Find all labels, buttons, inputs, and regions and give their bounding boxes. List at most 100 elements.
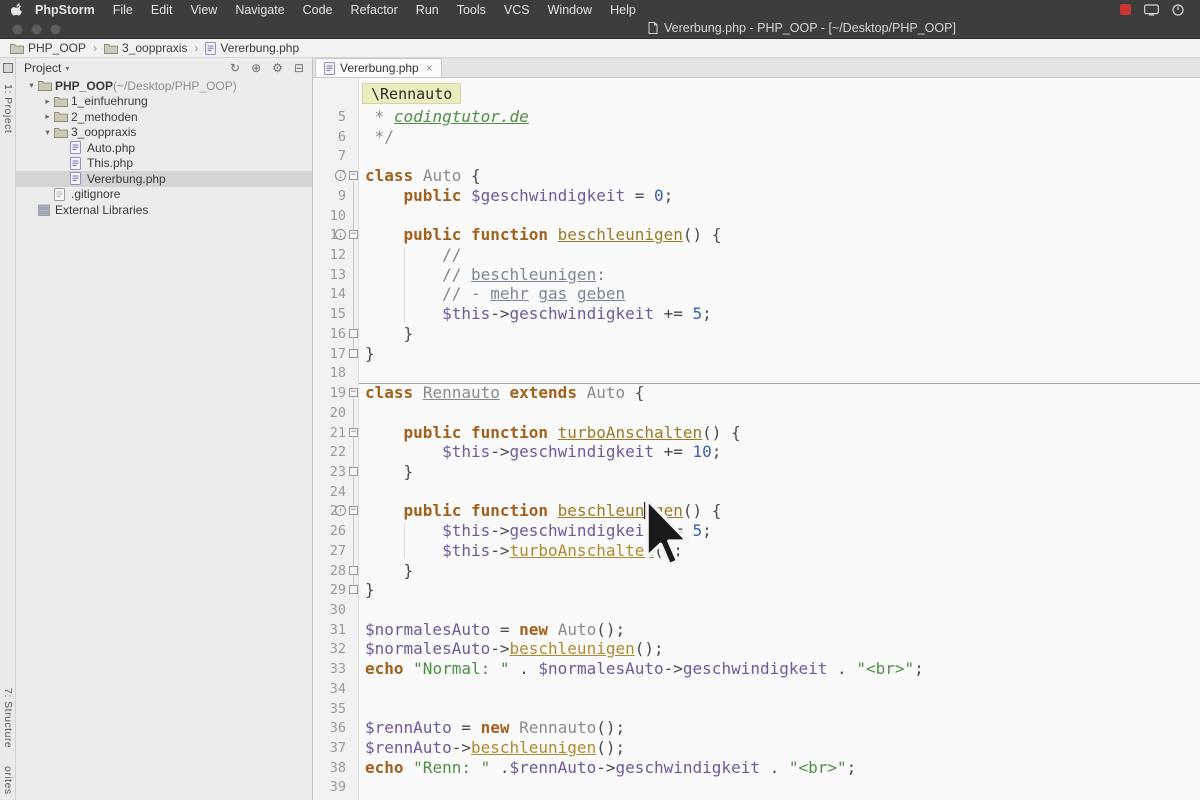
code-text[interactable]: $this->geschwindigkeit += 10;: [359, 442, 1200, 462]
editor-breadcrumb-class[interactable]: \Rennauto: [362, 83, 462, 104]
fold-collapse-icon[interactable]: −: [349, 171, 358, 181]
collapse-icon[interactable]: ⊟: [294, 61, 304, 75]
breadcrumb-3-ooppraxis[interactable]: 3_ooppraxis: [104, 41, 187, 55]
code-line-21[interactable]: 21− public function turboAnschalten() {: [313, 423, 1200, 443]
tree-item-3-ooppraxis[interactable]: ▾ 3_ooppraxis: [16, 125, 312, 141]
minimize-button[interactable]: [31, 24, 42, 35]
code-line-37[interactable]: 37 $rennAuto->beschleunigen();: [313, 738, 1200, 758]
apple-logo-icon[interactable]: [10, 2, 23, 17]
code-line-20[interactable]: 20: [313, 403, 1200, 423]
code-text[interactable]: }: [359, 580, 1200, 600]
tree-item-1-einfuehrung[interactable]: ▸ 1_einfuehrung: [16, 94, 312, 110]
fold-end-icon[interactable]: [349, 466, 358, 476]
code-text[interactable]: $this->geschwindigkeit += 5;: [359, 521, 1200, 541]
breadcrumb-php-oop[interactable]: PHP_OOP: [10, 41, 86, 55]
power-icon[interactable]: [1172, 3, 1184, 16]
code-line-14[interactable]: 14 // - mehr gas geben: [313, 284, 1200, 304]
code-line-28[interactable]: 28 }: [313, 561, 1200, 581]
editor-body[interactable]: \Rennauto 5 * codingtutor.de6 */78−↓clas…: [313, 78, 1200, 800]
tab-vererbung-php[interactable]: Vererbung.php ×: [315, 58, 442, 77]
code-text[interactable]: }: [359, 344, 1200, 364]
menu-window[interactable]: Window: [548, 3, 592, 17]
code-line-24[interactable]: 24: [313, 482, 1200, 502]
code-line-12[interactable]: 12 //: [313, 245, 1200, 265]
code-line-17[interactable]: 17}: [313, 344, 1200, 364]
menu-help[interactable]: Help: [610, 3, 636, 17]
fold-collapse-icon[interactable]: −: [349, 388, 358, 398]
code-line-19[interactable]: 19− class Rennauto extends Auto {: [313, 383, 1200, 403]
tree-item--gitignore[interactable]: .gitignore: [16, 187, 312, 203]
display-icon[interactable]: [1144, 3, 1159, 16]
code-text[interactable]: // beschleunigen:: [359, 265, 1200, 285]
menu-vcs[interactable]: VCS: [504, 3, 530, 17]
zoom-button[interactable]: [50, 24, 61, 35]
code-line-32[interactable]: 32 $normalesAuto->beschleunigen();: [313, 639, 1200, 659]
fold-collapse-icon[interactable]: −: [349, 506, 358, 516]
chevron-right-icon[interactable]: ▸: [41, 96, 54, 107]
code-line-9[interactable]: 9 public $geschwindigkeit = 0;: [313, 186, 1200, 206]
code-line-5[interactable]: 5 * codingtutor.de: [313, 107, 1200, 127]
project-toolwindow-icon[interactable]: [2, 63, 13, 73]
code-line-22[interactable]: 22 $this->geschwindigkeit += 10;: [313, 442, 1200, 462]
code-line-30[interactable]: 30: [313, 600, 1200, 620]
code-text[interactable]: [359, 679, 1200, 699]
code-line-34[interactable]: 34: [313, 679, 1200, 699]
code-line-27[interactable]: 27 $this->turboAnschalten();: [313, 541, 1200, 561]
breadcrumb-vererbung-php[interactable]: Vererbung.php: [205, 41, 299, 55]
code-line-10[interactable]: 10: [313, 206, 1200, 226]
code-text[interactable]: class Rennauto extends Auto {: [359, 383, 1200, 403]
code-text[interactable]: $rennAuto->beschleunigen();: [359, 738, 1200, 758]
code-text[interactable]: echo "Renn: " .$rennAuto->geschwindigkei…: [359, 758, 1200, 778]
fold-collapse-icon[interactable]: −: [349, 230, 358, 240]
fold-end-icon[interactable]: [349, 348, 358, 358]
fold-collapse-icon[interactable]: −: [349, 427, 358, 437]
toolstrip-structure-button[interactable]: 7: Structure: [2, 688, 14, 748]
menu-phpstorm[interactable]: PhpStorm: [35, 3, 95, 17]
toolstrip-favorites-button[interactable]: orites: [2, 766, 14, 795]
code-text[interactable]: * codingtutor.de: [359, 107, 1200, 127]
locate-icon[interactable]: ⊕: [251, 61, 261, 75]
code-text[interactable]: [359, 206, 1200, 226]
code-text[interactable]: [359, 600, 1200, 620]
code-text[interactable]: class Auto {: [359, 166, 1200, 186]
code-text[interactable]: public function beschleunigen() {: [359, 501, 1200, 521]
menu-file[interactable]: File: [113, 3, 133, 17]
code-text[interactable]: */: [359, 127, 1200, 147]
code-line-38[interactable]: 38 echo "Renn: " .$rennAuto->geschwindigk…: [313, 758, 1200, 778]
tree-item-2-methoden[interactable]: ▸ 2_methoden: [16, 109, 312, 125]
chevron-right-icon[interactable]: ▸: [41, 111, 54, 122]
code-text[interactable]: $rennAuto = new Rennauto();: [359, 718, 1200, 738]
code-text[interactable]: // - mehr gas geben: [359, 284, 1200, 304]
code-text[interactable]: [359, 363, 1200, 383]
code-line-29[interactable]: 29}: [313, 580, 1200, 600]
menu-navigate[interactable]: Navigate: [235, 3, 284, 17]
fold-end-icon[interactable]: [349, 565, 358, 575]
tree-item-auto-php[interactable]: Auto.php: [16, 140, 312, 156]
tree-item-external-libraries[interactable]: External Libraries: [16, 202, 312, 218]
code-line-23[interactable]: 23 }: [313, 462, 1200, 482]
code-line-13[interactable]: 13 // beschleunigen:: [313, 265, 1200, 285]
fold-end-icon[interactable]: [349, 585, 358, 595]
code-text[interactable]: [359, 482, 1200, 502]
code-text[interactable]: }: [359, 561, 1200, 581]
code-line-6[interactable]: 6 */: [313, 127, 1200, 147]
code-text[interactable]: }: [359, 324, 1200, 344]
code-line-16[interactable]: 16 }: [313, 324, 1200, 344]
code-line-39[interactable]: 39: [313, 777, 1200, 797]
code-line-7[interactable]: 7: [313, 146, 1200, 166]
gear-icon[interactable]: ⚙: [272, 61, 283, 75]
code-text[interactable]: [359, 146, 1200, 166]
code-text[interactable]: [359, 777, 1200, 797]
menu-code[interactable]: Code: [303, 3, 333, 17]
code-line-36[interactable]: 36 $rennAuto = new Rennauto();: [313, 718, 1200, 738]
code-line-26[interactable]: 26 $this->geschwindigkeit += 5;: [313, 521, 1200, 541]
code-line-25[interactable]: 25−↑ public function beschleunigen() {: [313, 501, 1200, 521]
code-line-33[interactable]: 33 echo "Normal: " . $normalesAuto->gesch…: [313, 659, 1200, 679]
project-view-selector[interactable]: Project: [24, 61, 61, 75]
refresh-icon[interactable]: ↻: [230, 61, 240, 75]
code-text[interactable]: }: [359, 462, 1200, 482]
chevron-down-icon[interactable]: ▾: [41, 127, 54, 138]
code-text[interactable]: $normalesAuto->beschleunigen();: [359, 639, 1200, 659]
code-line-11[interactable]: 11−↓ public function beschleunigen() {: [313, 225, 1200, 245]
menu-tools[interactable]: Tools: [457, 3, 486, 17]
